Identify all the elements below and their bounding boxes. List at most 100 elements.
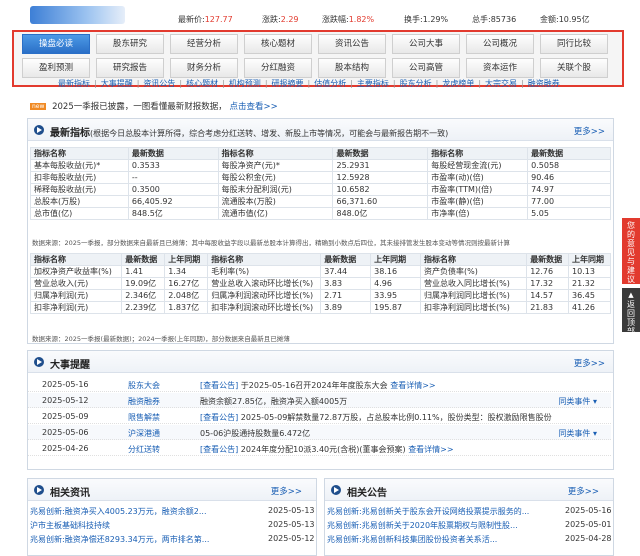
table-cell: 归属净利润同比增长(%) bbox=[420, 289, 528, 302]
event-summary: 融资余额27.85亿，融资净买入额4005万 bbox=[200, 397, 348, 406]
table-cell: 195.87 bbox=[370, 301, 422, 314]
view-notice-link[interactable]: [查看公告] bbox=[200, 381, 238, 390]
tab-0-4[interactable]: 资讯公告 bbox=[318, 34, 386, 54]
subnav-item[interactable]: 大事提醒 bbox=[101, 79, 133, 88]
subnav-separator: | bbox=[521, 79, 524, 88]
event-content: 融资余额27.85亿，融资净买入额4005万 bbox=[200, 396, 347, 407]
table-cell: 4.96 bbox=[370, 277, 422, 290]
section-arrow-icon bbox=[331, 485, 341, 495]
event-content: [查看公告] 于2025-05-16召开2024年年度股东大会 查看详情>> bbox=[200, 380, 436, 391]
price-change-pct: 涨跌幅:1.82% bbox=[322, 15, 375, 24]
feedback-tab[interactable]: 您的意见与建议 bbox=[622, 218, 640, 284]
table-cell: 66,405.92 bbox=[127, 195, 219, 208]
indicators-more-link[interactable]: 更多>> bbox=[574, 125, 605, 137]
tab-0-7[interactable]: 同行比较 bbox=[540, 34, 608, 54]
similar-events-link[interactable]: 同类事件 ▾ bbox=[558, 396, 597, 407]
event-type[interactable]: 股东大会 bbox=[128, 380, 160, 391]
event-content: [查看公告] 2024年度分配10派3.40元(含税)(董事会预案) 查看详情>… bbox=[200, 444, 454, 455]
table-cell: 扣非每股收益(元) bbox=[30, 171, 129, 184]
event-type[interactable]: 沪深港通 bbox=[128, 428, 160, 439]
up-arrow-icon: ▲ bbox=[628, 291, 634, 299]
table-cell: 10.13 bbox=[568, 265, 611, 278]
notices-more-link[interactable]: 更多>> bbox=[568, 485, 599, 497]
tab-0-6[interactable]: 公司概况 bbox=[466, 34, 534, 54]
tab-0-5[interactable]: 公司大事 bbox=[392, 34, 460, 54]
events-more-link[interactable]: 更多>> bbox=[574, 357, 605, 369]
view-notice-link[interactable]: [查看公告] bbox=[200, 445, 238, 454]
table-cell: 指标名称 bbox=[29, 253, 123, 266]
subnav-item[interactable]: 大宗交易 bbox=[485, 79, 517, 88]
table-cell: 扣非净利润(元) bbox=[29, 301, 123, 314]
tab-1-3[interactable]: 分红融资 bbox=[244, 58, 312, 78]
list-item: 兆易创新:融资净买入4005.23万元，融资余额2... 2025-05-13 bbox=[28, 505, 315, 518]
event-date: 2025-05-16 bbox=[42, 380, 89, 389]
tab-1-6[interactable]: 资本运作 bbox=[466, 58, 534, 78]
stock-name-logo bbox=[30, 6, 125, 24]
event-type[interactable]: 分红送转 bbox=[128, 444, 160, 455]
subnav-item[interactable]: 主要指标 bbox=[357, 79, 389, 88]
subnav-item[interactable]: 核心题材 bbox=[186, 79, 218, 88]
tab-1-5[interactable]: 公司高管 bbox=[392, 58, 460, 78]
table-cell: 37.44 bbox=[320, 265, 372, 278]
tab-0-3[interactable]: 核心题材 bbox=[244, 34, 312, 54]
similar-events-link[interactable]: 同类事件 ▾ bbox=[558, 428, 597, 439]
subnav-separator: | bbox=[392, 79, 396, 88]
item-title-link[interactable]: 沪市主板基础科技持续 bbox=[30, 520, 110, 531]
item-title-link[interactable]: 兆易创新:兆易创新科技集团股份投资者关系活... bbox=[327, 534, 497, 545]
table-cell: 营业总收入同比增长(%) bbox=[420, 277, 528, 290]
trade-amount: 金额:10.95亿 bbox=[540, 15, 590, 24]
table-row: 扣非每股收益(元) -- 每股公积金(元) 12.5928 市盈率(动)(倍) 90.46 bbox=[30, 171, 611, 184]
table-cell: 10.6582 bbox=[332, 183, 429, 196]
event-type[interactable]: 限售解禁 bbox=[128, 412, 160, 423]
view-notice-link[interactable]: [查看公告] bbox=[200, 413, 238, 422]
tab-1-4[interactable]: 股本结构 bbox=[318, 58, 386, 78]
table-row: 归属净利润(元) 2.346亿 2.048亿 归属净利润滚动环比增长(%) 2.71 33… bbox=[29, 289, 611, 302]
item-title-link[interactable]: 兆易创新:兆易创新关于2020年股票期权与限制性股... bbox=[327, 520, 518, 531]
subnav-item[interactable]: 融资融券 bbox=[528, 79, 560, 88]
subnav-item[interactable]: 最新指标 bbox=[58, 79, 90, 88]
event-row: 2025-04-26 分红送转 [查看公告] 2024年度分配10派3.40元(含税… bbox=[28, 441, 611, 456]
subnav-item[interactable]: 研报摘要 bbox=[272, 79, 304, 88]
subnav-item[interactable]: 估值分析 bbox=[314, 79, 346, 88]
event-type[interactable]: 融资融券 bbox=[128, 396, 160, 407]
table-cell: 指标名称 bbox=[207, 253, 322, 266]
tab-0-0[interactable]: 操盘必读 bbox=[22, 34, 90, 54]
table-cell: 5.05 bbox=[527, 207, 611, 220]
subnav-item[interactable]: 机构预测 bbox=[229, 79, 261, 88]
table-cell: 市盈率(TTM)(倍) bbox=[427, 183, 529, 196]
table-cell: 每股未分配利润(元) bbox=[217, 183, 334, 196]
table-cell: 3.89 bbox=[320, 301, 372, 314]
table-cell: 最新数据 bbox=[320, 253, 372, 266]
news-section: 相关资讯 更多>> 兆易创新:融资净买入4005.23万元，融资余额2... 20… bbox=[27, 478, 317, 556]
subnav-item[interactable]: 资讯公告 bbox=[143, 79, 175, 88]
tab-1-7[interactable]: 关联个股 bbox=[540, 58, 608, 78]
view-detail-link[interactable]: 查看详情>> bbox=[408, 445, 453, 454]
tab-1-2[interactable]: 财务分析 bbox=[170, 58, 238, 78]
item-title-link[interactable]: 兆易创新:融资净偿还8293.34万元，两市排名第... bbox=[30, 534, 209, 545]
table-row: 基本每股收益(元)* 0.3533 每股净资产(元)* 25.2931 每股经营现金流(… bbox=[30, 159, 611, 172]
subnav-item[interactable]: 股东分析 bbox=[400, 79, 432, 88]
table-cell: 归属净利润(元) bbox=[29, 289, 123, 302]
view-detail-link[interactable]: 查看详情>> bbox=[390, 381, 435, 390]
table-cell: 38.16 bbox=[370, 265, 422, 278]
tab-0-2[interactable]: 经营分析 bbox=[170, 34, 238, 54]
tab-0-1[interactable]: 股东研究 bbox=[96, 34, 164, 54]
subnav-item[interactable]: 龙虎榜单 bbox=[442, 79, 474, 88]
table-cell: 14.57 bbox=[526, 289, 570, 302]
tab-1-1[interactable]: 研究报告 bbox=[96, 58, 164, 78]
table-cell: 流通市值(亿) bbox=[217, 207, 334, 220]
table-cell: 848.5亿 bbox=[127, 207, 219, 220]
announce-link[interactable]: 点击查看>> bbox=[229, 102, 277, 112]
item-title-link[interactable]: 兆易创新:融资净买入4005.23万元，融资余额2... bbox=[30, 506, 207, 517]
table-row: 加权净资产收益率(%) 1.41 1.34 毛利率(%) 37.44 38.16 资产负债率… bbox=[29, 265, 611, 278]
news-more-link[interactable]: 更多>> bbox=[271, 485, 302, 497]
event-content: 05-06沪股通持股数量6.472亿 bbox=[200, 428, 310, 439]
tab-1-0[interactable]: 盈利预测 bbox=[22, 58, 90, 78]
report-announcement: new 2025一季报已披露，一图看懂最新财报数据， 点击查看>> bbox=[30, 100, 278, 112]
item-title-link[interactable]: 兆易创新:兆易创新关于股东会开设网络投票提示服务的... bbox=[327, 506, 529, 517]
table-cell: 市净率(倍) bbox=[427, 207, 529, 220]
table-cell: 资产负债率(%) bbox=[420, 265, 528, 278]
table-cell: 1.41 bbox=[121, 265, 166, 278]
back-to-top-tab[interactable]: ▲ 返回顶部 bbox=[622, 288, 640, 336]
list-item: 兆易创新:兆易创新关于股东会开设网络投票提示服务的... 2025-05-16 bbox=[325, 505, 612, 518]
